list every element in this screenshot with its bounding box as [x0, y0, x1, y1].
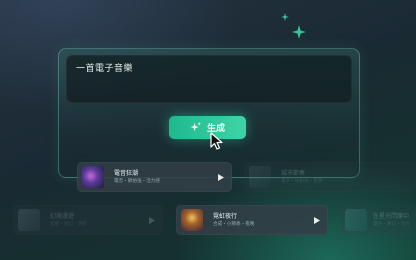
- track-title: 電音狂潮: [114, 170, 139, 177]
- generate-button[interactable]: 生成: [169, 116, 246, 139]
- track-title: 霓虹夜行: [213, 213, 238, 220]
- track-card[interactable]: 霓虹夜行 合成・小節奏・夜晚: [176, 205, 328, 235]
- track-title: 在星光閃爍中: [373, 213, 410, 220]
- track-card[interactable]: 幻境漫遊 氛圍・迷幻・放鬆: [13, 205, 163, 235]
- album-art: [249, 166, 271, 188]
- track-card[interactable]: 城市節奏 電子・律動感・夜晚: [244, 162, 416, 192]
- track-subtitle: 電子・夢幻・流行: [373, 222, 410, 227]
- sparkle-small-icon: [281, 13, 289, 21]
- album-art: [345, 209, 367, 231]
- track-title: 城市節奏: [281, 170, 306, 177]
- album-art: [18, 209, 40, 231]
- track-title: 幻境漫遊: [50, 213, 75, 220]
- mouse-pointer-icon: [210, 132, 226, 154]
- play-icon[interactable]: [148, 216, 156, 224]
- track-subtitle: 合成・小節奏・夜晚: [213, 222, 255, 227]
- track-card[interactable]: 在星光閃爍中 電子・夢幻・流行: [340, 205, 416, 235]
- album-art: [82, 166, 104, 188]
- album-art: [181, 209, 203, 231]
- prompt-text: 一首電子音樂: [76, 64, 134, 74]
- play-icon[interactable]: [313, 216, 321, 224]
- track-subtitle: 電子・律動感・夜晚: [281, 179, 323, 184]
- sparkle-large-icon: [292, 25, 306, 39]
- play-icon[interactable]: [217, 173, 225, 181]
- track-card[interactable]: 電音狂潮 電音・節拍強・活力感: [77, 162, 232, 192]
- track-subtitle: 電音・節拍強・活力感: [114, 179, 160, 184]
- sparkle-icon: [190, 122, 201, 133]
- track-subtitle: 氛圍・迷幻・放鬆: [50, 222, 87, 227]
